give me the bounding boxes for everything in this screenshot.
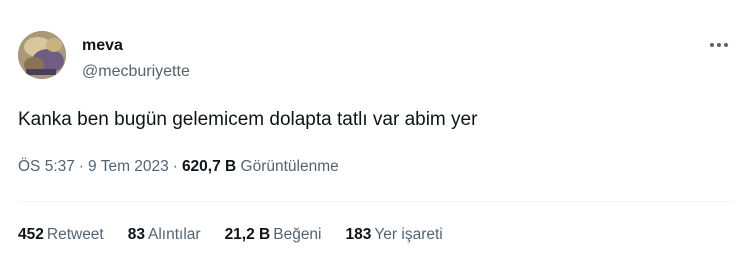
divider	[18, 201, 734, 202]
meta-separator: ·	[172, 158, 178, 175]
engagement-stats: 452 Retweet 83 Alıntılar 21,2 B Beğeni 183 Y…	[18, 225, 467, 245]
tweet-card: meva @mecburiyette Kanka ben bugün gelem…	[0, 0, 750, 263]
stat-label: Retweet	[46, 226, 104, 243]
meta-separator: ·	[78, 158, 85, 175]
stat-label: Beğeni	[273, 226, 322, 243]
views-label: Görüntülenme	[240, 158, 339, 175]
tweet-date[interactable]: 9 Tem 2023	[88, 158, 169, 175]
stat-count: 21,2 B	[224, 226, 271, 243]
more-horizontal-icon	[710, 43, 728, 47]
stat-quotes[interactable]: 83 Alıntılar	[128, 225, 201, 245]
tweet-time[interactable]: ÖS 5:37	[18, 158, 75, 175]
stat-bookmarks[interactable]: 183 Yer işareti	[346, 225, 443, 245]
author-handle[interactable]: @mecburiyette	[82, 62, 190, 82]
stat-likes[interactable]: 21,2 B Beğeni	[225, 225, 322, 245]
stat-label: Alıntılar	[148, 226, 201, 243]
stat-retweets[interactable]: 452 Retweet	[18, 225, 104, 245]
author-display-name[interactable]: meva	[82, 36, 123, 56]
avatar[interactable]	[18, 31, 66, 79]
more-options-button[interactable]	[704, 35, 734, 55]
tweet-meta: ÖS 5:37 · 9 Tem 2023 · 620,7 B Görüntülenme	[18, 157, 339, 177]
avatar-image	[18, 31, 66, 79]
views-count: 620,7 B	[181, 158, 237, 175]
stat-count: 83	[127, 226, 145, 243]
stat-count: 183	[345, 226, 372, 243]
stat-count: 452	[18, 226, 44, 243]
tweet-text: Kanka ben bugün gelemicem dolapta tatlı …	[18, 109, 478, 130]
stat-label: Yer işareti	[374, 226, 443, 243]
